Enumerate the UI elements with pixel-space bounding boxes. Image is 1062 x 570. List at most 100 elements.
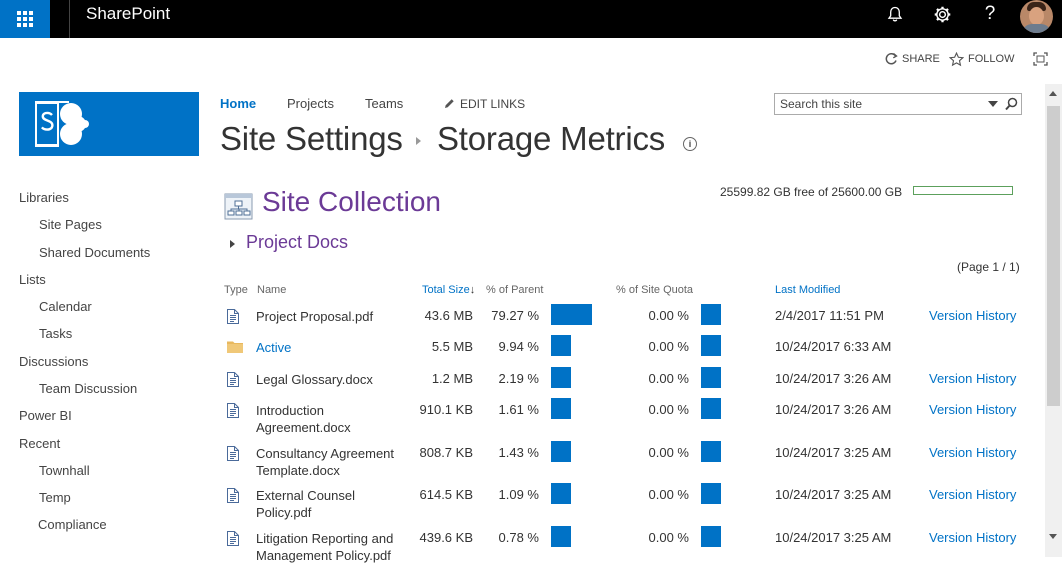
folder-icon [227,340,243,358]
row-name: External Counsel Policy.pdf [256,488,355,520]
percent-of-quota-bar [701,335,721,356]
pencil-icon [445,99,454,108]
header-name[interactable]: Name [257,284,286,296]
percent-of-quota-bar [701,398,721,419]
row-last-modified: 10/24/2017 6:33 AM [775,339,892,354]
scrollbar-thumb[interactable] [1047,106,1060,406]
row-percent-of-quota: 0.00 % [648,445,689,460]
version-history-link[interactable]: Version History [929,487,1016,502]
version-history-link[interactable]: Version History [929,371,1016,386]
page-title: Storage Metrics [437,120,666,157]
search-icon[interactable] [1005,97,1018,111]
site-collection-heading: Site Collection [262,186,441,217]
percent-of-parent-bar [551,526,571,547]
row-last-modified: 2/4/2017 11:51 PM [775,308,884,323]
vertical-scrollbar[interactable] [1045,84,1062,557]
nav-lists[interactable]: Lists [19,272,46,287]
search-input[interactable] [780,96,980,112]
row-percent-of-quota: 0.00 % [648,339,689,354]
suite-bar: SharePoint ? [0,0,1062,38]
percent-of-parent-bar [551,483,571,504]
version-history-link[interactable]: Version History [929,308,1016,323]
focus-on-content-button[interactable] [1033,50,1052,68]
info-icon[interactable]: i [683,137,697,151]
row-name[interactable]: Active [256,339,406,356]
edit-links-button[interactable]: EDIT LINKS [444,97,525,111]
edit-links-label: EDIT LINKS [460,97,526,111]
focus-icon [1033,52,1048,66]
row-total-size: 5.5 MB [431,339,473,354]
table-row: Introduction Agreement.docx 910.1 KB 1.61 … [0,398,1062,442]
percent-of-parent-bar [551,335,571,356]
document-icon [227,309,239,329]
nav-site-pages[interactable]: Site Pages [39,217,102,232]
bell-icon[interactable] [880,0,910,28]
version-history-link[interactable]: Version History [929,530,1016,545]
table-row: External Counsel Policy.pdf 614.5 KB 1.09 … [0,483,1062,527]
document-icon [227,488,239,508]
percent-of-quota-bar [701,367,721,388]
share-button[interactable]: SHARE [884,50,940,68]
row-last-modified: 10/24/2017 3:25 AM [775,530,892,545]
header-type: Type [224,284,248,296]
row-percent-of-quota: 0.00 % [648,371,689,386]
version-history-link[interactable]: Version History [929,402,1016,417]
row-last-modified: 10/24/2017 3:25 AM [775,445,892,460]
percent-of-parent-bar [551,441,571,462]
topnav-teams[interactable]: Teams [365,96,403,111]
share-icon [885,52,898,65]
row-last-modified: 10/24/2017 3:26 AM [775,402,892,417]
header-percent-of-site-quota: % of Site Quota [616,284,694,296]
breadcrumb-separator-icon [416,137,421,145]
follow-label: FOLLOW [968,53,1015,65]
row-total-size: 614.5 KB [419,487,474,502]
avatar[interactable] [1020,0,1053,33]
header-total-size-label: Total Size [422,284,470,296]
version-history-link[interactable]: Version History [929,445,1016,460]
scroll-down-icon[interactable] [1049,534,1057,539]
header-last-modified[interactable]: Last Modified [775,284,840,296]
suite-bar-divider [69,0,70,38]
search-scope-dropdown-icon[interactable] [988,101,998,107]
percent-of-parent-bar [551,367,571,388]
row-percent-of-parent: 9.94 % [498,339,539,354]
percent-of-quota-bar [701,526,721,547]
help-icon[interactable]: ? [975,0,1005,28]
site-logo[interactable] [19,92,199,156]
expand-arrow-icon[interactable] [230,240,235,248]
percent-of-quota-bar [701,483,721,504]
breadcrumb-site-settings[interactable]: Site Settings [220,120,403,158]
percent-of-quota-bar [701,304,721,325]
row-percent-of-parent: 2.19 % [498,371,539,386]
topnav-projects[interactable]: Projects [287,96,334,111]
follow-button[interactable]: FOLLOW [949,50,1014,68]
brand-name[interactable]: SharePoint [86,0,170,28]
row-total-size: 910.1 KB [419,402,474,417]
quota-usage-bar [913,186,1013,195]
folder-breadcrumb-project-docs[interactable]: Project Docs [246,232,348,253]
row-percent-of-quota: 0.00 % [648,308,689,323]
row-total-size: 43.6 MB [424,308,473,323]
quota-text: 25599.82 GB free of 25600.00 GB [720,185,903,199]
row-percent-of-quota: 0.00 % [648,487,689,502]
row-percent-of-quota: 0.00 % [648,530,689,545]
scroll-up-icon[interactable] [1049,91,1057,96]
percent-of-quota-bar [701,441,721,462]
nav-libraries[interactable]: Libraries [19,190,69,205]
paging-info: (Page 1 / 1) [957,260,1020,274]
document-icon [227,403,239,423]
gear-icon[interactable] [927,0,957,28]
row-last-modified: 10/24/2017 3:26 AM [775,371,892,386]
header-total-size[interactable]: Total Size↓ [422,284,475,296]
row-total-size: 808.7 KB [419,445,474,460]
app-launcher-icon[interactable] [0,0,50,38]
row-total-size: 439.6 KB [419,530,474,545]
row-last-modified: 10/24/2017 3:25 AM [775,487,892,502]
header-percent-of-parent: % of Parent [486,284,544,296]
row-total-size: 1.2 MB [431,371,473,386]
topnav-home[interactable]: Home [220,96,256,111]
document-icon [227,446,239,466]
row-name: Legal Glossary.docx [256,372,373,387]
site-collection-icon [224,193,254,221]
nav-shared-documents[interactable]: Shared Documents [39,245,150,260]
